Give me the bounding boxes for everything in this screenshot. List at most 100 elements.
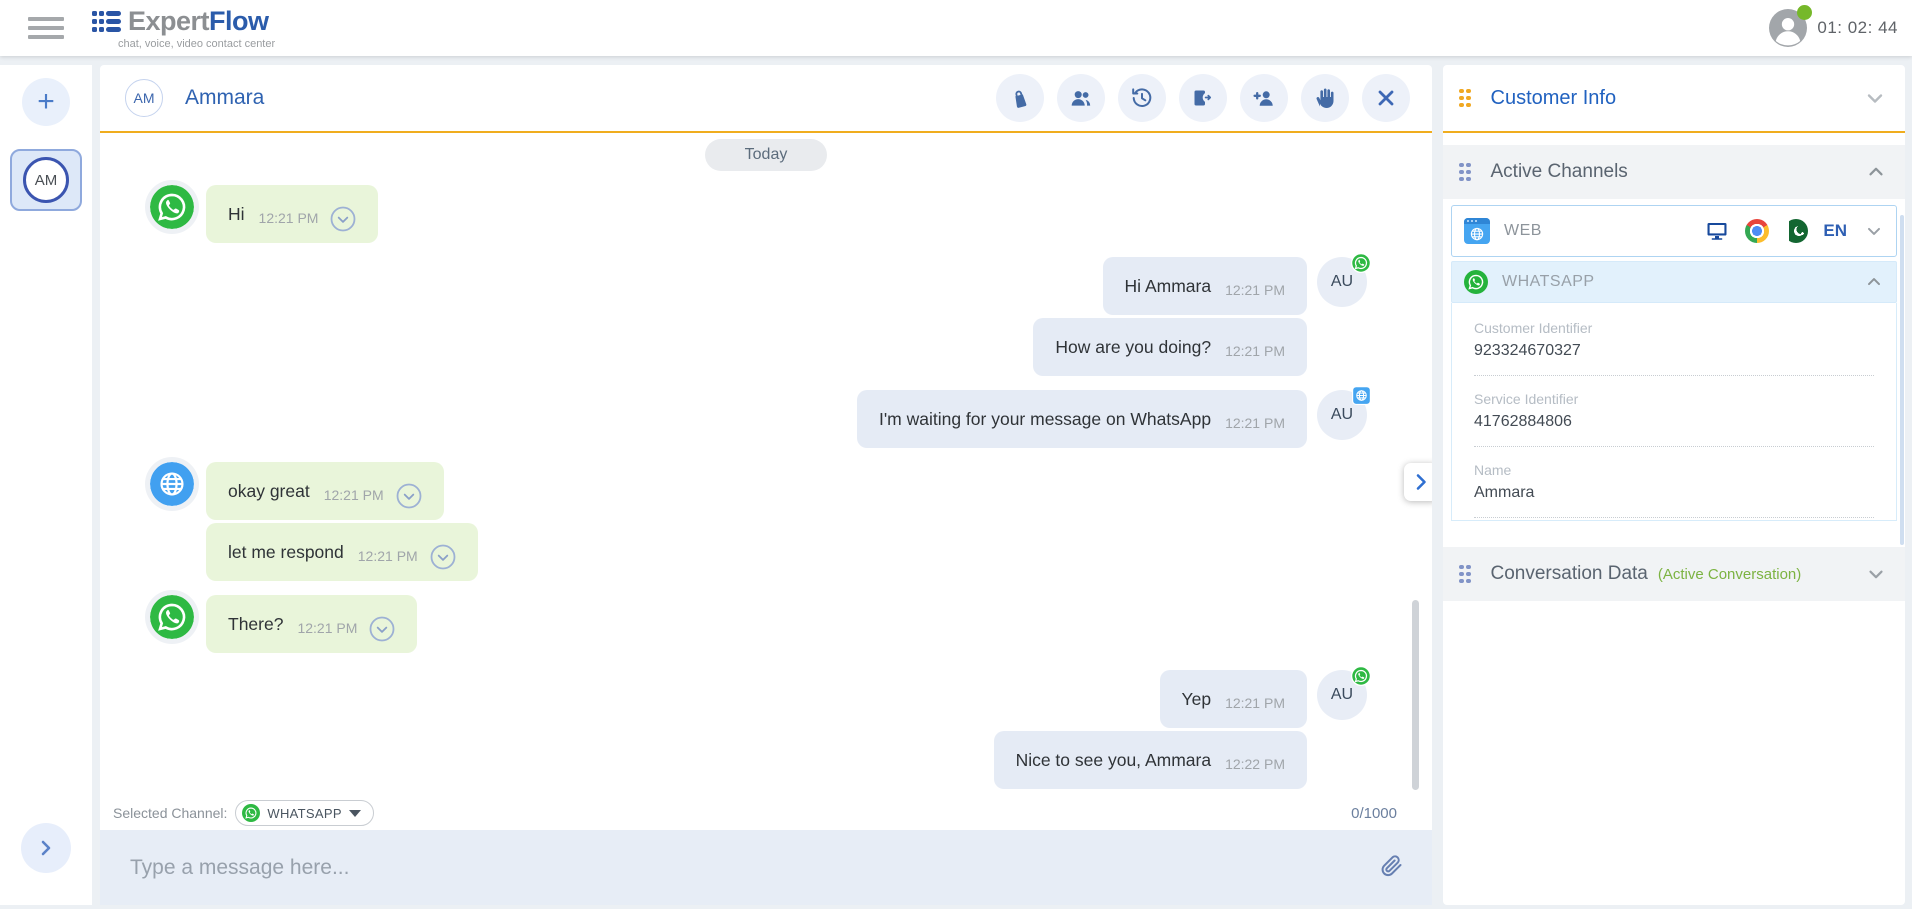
date-divider: Today	[705, 139, 828, 171]
field-service-identifier: Service Identifier 41762884806	[1474, 391, 1874, 447]
field-name: Name Ammara	[1474, 462, 1874, 518]
whatsapp-channel-icon	[150, 185, 194, 229]
message-menu-button[interactable]	[369, 616, 395, 642]
contact-avatar: AM	[125, 79, 163, 117]
chevron-down-icon	[1863, 86, 1887, 110]
message-bubble: Hi Ammara 12:21 PM	[1103, 257, 1307, 315]
message-bubble: I'm waiting for your message on WhatsApp…	[857, 390, 1307, 448]
drag-handle-icon[interactable]	[1459, 565, 1471, 584]
chevron-up-icon	[1864, 272, 1884, 292]
message-bubble: okay great 12:21 PM	[206, 462, 444, 520]
active-channels-collapse-button[interactable]	[1865, 161, 1887, 183]
chevron-down-circle-icon	[330, 206, 356, 232]
status-dot	[1797, 5, 1812, 20]
message-row: let me respond 12:21 PM	[100, 523, 1432, 581]
attach-file-button[interactable]	[1380, 854, 1404, 881]
message-menu-button[interactable]	[396, 483, 422, 509]
history-button[interactable]	[1118, 74, 1166, 122]
desktop-device-icon	[1704, 219, 1730, 243]
conversation-data-title: Conversation Data	[1491, 563, 1648, 585]
add-person-icon	[1252, 86, 1276, 110]
chevron-up-icon	[1865, 161, 1887, 183]
channel-label: WHATSAPP	[1502, 273, 1595, 291]
channel-selector-row: Selected Channel: WHATSAPP 0/1000	[100, 796, 1432, 830]
field-value: 923324670327	[1474, 342, 1874, 360]
message-time: 12:21 PM	[1225, 343, 1285, 359]
conversation-rail: + AM	[0, 65, 92, 905]
chat-tab-initials: AM	[23, 157, 69, 203]
drag-handle-icon[interactable]	[1459, 163, 1471, 182]
expertflow-logo-icon	[92, 11, 121, 32]
message-text: okay great	[228, 481, 310, 502]
hamburger-menu-button[interactable]	[28, 13, 68, 43]
message-text: let me respond	[228, 542, 344, 563]
chat-scrollbar[interactable]	[1412, 600, 1419, 790]
composer	[100, 830, 1432, 905]
message-time: 12:21 PM	[259, 210, 319, 226]
expand-panel-button[interactable]	[1404, 463, 1432, 501]
close-chat-button[interactable]	[1362, 74, 1410, 122]
message-bubble: Hi 12:21 PM	[206, 185, 378, 243]
message-row: Hi 12:21 PM	[100, 185, 1432, 243]
brand-text: ExpertFlow	[128, 6, 269, 37]
contact-name: Ammara	[185, 86, 264, 110]
panel-scrollbar[interactable]	[1900, 215, 1904, 545]
people-icon	[1069, 86, 1093, 110]
chevron-down-circle-icon	[369, 616, 395, 642]
transfer-icon	[1191, 86, 1215, 110]
hand-icon	[1313, 86, 1337, 110]
channel-select-value: WHATSAPP	[267, 806, 341, 821]
message-text: Nice to see you, Ammara	[1016, 750, 1212, 771]
add-participant-button[interactable]	[1240, 74, 1288, 122]
message-input[interactable]	[130, 856, 1368, 880]
caret-down-icon	[349, 810, 361, 817]
message-time: 12:21 PM	[1225, 415, 1285, 431]
message-text: How are you doing?	[1055, 337, 1211, 358]
raise-hand-button[interactable]	[1301, 74, 1349, 122]
channel-row-web[interactable]: WEB EN	[1451, 205, 1897, 257]
channel-row-whatsapp[interactable]: WHATSAPP	[1451, 261, 1897, 303]
message-menu-button[interactable]	[330, 206, 356, 232]
customer-info-title: Customer Info	[1491, 87, 1617, 110]
chat-tab-ammara[interactable]: AM	[10, 149, 82, 211]
customer-info-header: Customer Info	[1443, 65, 1905, 133]
chevron-down-icon	[1865, 563, 1887, 585]
message-text: Hi Ammara	[1125, 276, 1212, 297]
chevron-right-icon	[1411, 472, 1431, 492]
message-row: How are you doing? 12:21 PM	[100, 318, 1432, 376]
message-bubble: Yep 12:21 PM	[1160, 670, 1307, 728]
new-chat-button[interactable]: +	[22, 78, 70, 126]
message-bubble: There? 12:21 PM	[206, 595, 417, 653]
field-customer-identifier: Customer Identifier 923324670327	[1474, 320, 1874, 376]
conversation-data-collapse-button[interactable]	[1865, 563, 1887, 585]
transfer-button[interactable]	[1179, 74, 1227, 122]
message-list: Today Hi 12:21 PM	[100, 133, 1432, 796]
top-bar: ExpertFlow chat, voice, video contact ce…	[0, 0, 1912, 56]
session-timer: 01: 02: 44	[1817, 18, 1898, 38]
drag-handle-icon[interactable]	[1459, 89, 1471, 108]
channel-select[interactable]: WHATSAPP	[235, 800, 373, 826]
language-label: EN	[1823, 221, 1847, 241]
whatsapp-badge-icon	[1351, 253, 1371, 273]
expand-rail-button[interactable]	[21, 823, 71, 873]
whatsapp-collapse-button[interactable]	[1864, 272, 1884, 292]
message-text: Hi	[228, 204, 245, 225]
customer-info-collapse-button[interactable]	[1863, 86, 1887, 110]
history-icon	[1130, 86, 1154, 110]
country-flag-icon	[1784, 219, 1808, 243]
agent-avatar[interactable]	[1769, 9, 1807, 47]
conversation-data-section: Conversation Data (Active Conversation)	[1443, 547, 1905, 601]
close-icon	[1374, 86, 1398, 110]
chat-panel: AM Ammara	[100, 65, 1432, 905]
char-counter: 0/1000	[1351, 805, 1397, 822]
message-text: I'm waiting for your message on WhatsApp	[879, 409, 1211, 430]
chevron-down-circle-icon	[430, 544, 456, 570]
participants-button[interactable]	[1057, 74, 1105, 122]
message-bubble: How are you doing? 12:21 PM	[1033, 318, 1307, 376]
message-row: Yep 12:21 PM AU	[100, 670, 1432, 728]
whatsapp-icon	[242, 804, 260, 822]
customer-info-panel: Customer Info Active Channels	[1443, 65, 1905, 905]
message-menu-button[interactable]	[430, 544, 456, 570]
web-expand-button[interactable]	[1864, 221, 1884, 241]
wrapup-button[interactable]	[996, 74, 1044, 122]
